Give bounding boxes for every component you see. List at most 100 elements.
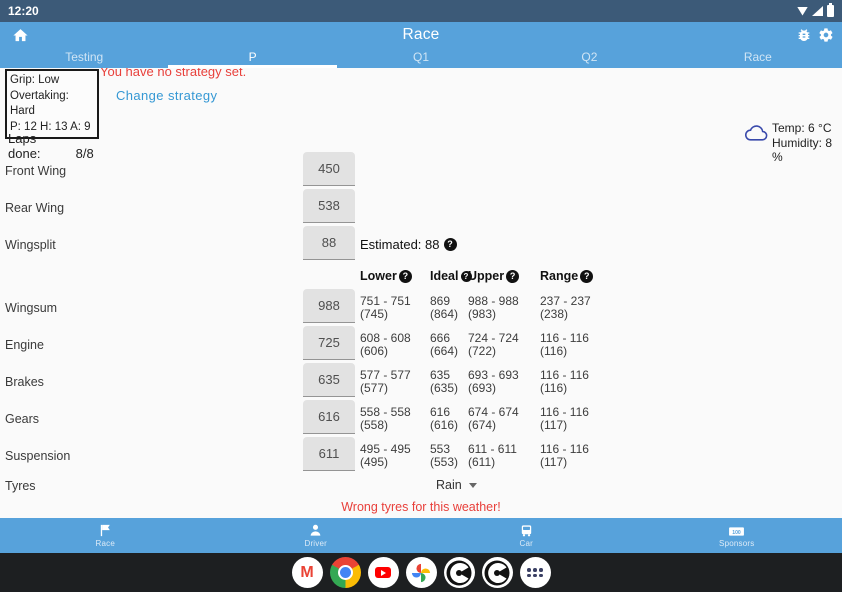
wingsplit-estimated: Estimated: 88 ? (360, 237, 457, 252)
nav-label-race: Race (96, 539, 115, 548)
tyres-selected-value: Rain (436, 478, 462, 492)
tab-race[interactable]: Race (674, 48, 842, 68)
gmail-app-icon[interactable]: M (292, 557, 323, 588)
brakes-upper: 693 - 693(693) (468, 369, 519, 395)
gears-input[interactable] (303, 400, 355, 434)
wifi-icon (797, 7, 808, 16)
suspension-ideal: 553(553) (430, 443, 458, 469)
tab-bar: Testing P Q1 Q2 Race (0, 48, 842, 68)
nav-item-driver[interactable]: Driver (211, 518, 422, 553)
front-wing-label: Front Wing (5, 164, 66, 178)
wingsum-upper: 988 - 988(983) (468, 295, 519, 321)
settings-gear-icon[interactable] (818, 27, 834, 43)
laps-done-value: 8/8 (76, 146, 94, 161)
help-icon[interactable]: ? (506, 270, 519, 283)
laps-done-row: Laps done: 8/8 (8, 131, 94, 161)
weather-info: Temp: 6 °C Humidity: 8 % (772, 121, 842, 165)
banknote-icon: 100 (728, 523, 745, 538)
help-icon[interactable]: ? (399, 270, 412, 283)
app-bar: Race (0, 22, 842, 48)
gears-range: 116 - 116(117) (540, 406, 589, 432)
header-lower: Lower ? (360, 269, 412, 283)
wingsplit-input[interactable] (303, 226, 355, 260)
gears-ideal: 616(616) (430, 406, 458, 432)
car-icon (519, 523, 534, 538)
nav-label-driver: Driver (304, 539, 327, 548)
nav-label-car: Car (520, 539, 534, 548)
tyres-warning: Wrong tyres for this weather! (0, 500, 842, 514)
front-wing-input[interactable] (303, 152, 355, 186)
status-icons (797, 5, 834, 17)
nav-item-sponsors[interactable]: 100 Sponsors (632, 518, 842, 553)
engine-lower: 608 - 608(606) (360, 332, 411, 358)
tyres-dropdown[interactable]: Rain (436, 478, 477, 492)
header-ideal-label: Ideal (430, 269, 459, 283)
svg-text:100: 100 (733, 530, 742, 536)
wingsum-lower: 751 - 751(745) (360, 295, 411, 321)
page-title: Race (0, 26, 842, 44)
wingsum-label: Wingsum (5, 301, 57, 315)
nav-item-race[interactable]: Race (0, 518, 211, 553)
tab-q1[interactable]: Q1 (337, 48, 505, 68)
nav-label-sponsors: Sponsors (719, 539, 754, 548)
brakes-ideal: 635(635) (430, 369, 458, 395)
wingsum-range: 237 - 237(238) (540, 295, 591, 321)
header-upper: Upper ? (468, 269, 519, 283)
engine-input[interactable] (303, 326, 355, 360)
suspension-lower: 495 - 495(495) (360, 443, 411, 469)
suspension-label: Suspension (5, 449, 70, 463)
tab-q2[interactable]: Q2 (505, 48, 673, 68)
suspension-range: 116 - 116(117) (540, 443, 589, 469)
header-upper-label: Upper (468, 269, 504, 283)
temperature-value: Temp: 6 °C (772, 121, 842, 136)
rear-wing-input[interactable] (303, 189, 355, 223)
brakes-label: Brakes (5, 375, 44, 389)
battery-icon (827, 5, 834, 17)
tab-indicator (168, 65, 336, 68)
header-range-label: Range (540, 269, 578, 283)
wingsum-ideal: 869(864) (430, 295, 458, 321)
brakes-range: 116 - 116(116) (540, 369, 589, 395)
grip-info: Grip: Low (10, 73, 94, 89)
header-lower-label: Lower (360, 269, 397, 283)
youtube-app-icon[interactable] (368, 557, 399, 588)
engine-range: 116 - 116(116) (540, 332, 589, 358)
change-strategy-button[interactable]: Change strategy (116, 88, 217, 103)
android-dock: M (0, 553, 842, 592)
brakes-lower: 577 - 577(577) (360, 369, 411, 395)
brakes-input[interactable] (303, 363, 355, 397)
engine-upper: 724 - 724(722) (468, 332, 519, 358)
racing-game-app-icon[interactable] (444, 557, 475, 588)
app-drawer-icon[interactable] (520, 557, 551, 588)
nav-item-car[interactable]: Car (421, 518, 632, 553)
android-status-bar: 12:20 (0, 0, 842, 22)
person-icon (308, 523, 323, 538)
rear-wing-label: Rear Wing (5, 201, 64, 215)
cellular-signal-icon (812, 6, 823, 16)
clock: 12:20 (8, 4, 39, 18)
bottom-nav: Race Driver Car 100 Sponsors (0, 518, 842, 553)
estimated-text: Estimated: 88 (360, 237, 440, 252)
laps-done-label: Laps done: (8, 131, 72, 161)
help-icon[interactable]: ? (444, 238, 457, 251)
wingsplit-label: Wingsplit (5, 238, 56, 252)
track-info-box: Grip: Low Overtaking: Hard P: 12 H: 13 A… (5, 69, 99, 139)
suspension-input[interactable] (303, 437, 355, 471)
tab-testing[interactable]: Testing (0, 48, 168, 68)
humidity-value: Humidity: 8 % (772, 136, 842, 165)
chrome-app-icon[interactable] (330, 557, 361, 588)
chevron-down-icon (469, 483, 477, 488)
overtaking-info: Overtaking: Hard (10, 89, 94, 120)
gears-lower: 558 - 558(558) (360, 406, 411, 432)
gears-upper: 674 - 674(674) (468, 406, 519, 432)
app-screen: 12:20 Race Testing P Q1 Q2 Race You have… (0, 0, 842, 592)
racing-game-app-icon-2[interactable] (482, 557, 513, 588)
wingsum-input[interactable] (303, 289, 355, 323)
engine-label: Engine (5, 338, 44, 352)
photos-app-icon[interactable] (406, 557, 437, 588)
gears-label: Gears (5, 412, 39, 426)
debug-bug-icon[interactable] (796, 27, 812, 43)
header-range: Range ? (540, 269, 593, 283)
header-ideal: Ideal ? (430, 269, 472, 283)
help-icon[interactable]: ? (580, 270, 593, 283)
